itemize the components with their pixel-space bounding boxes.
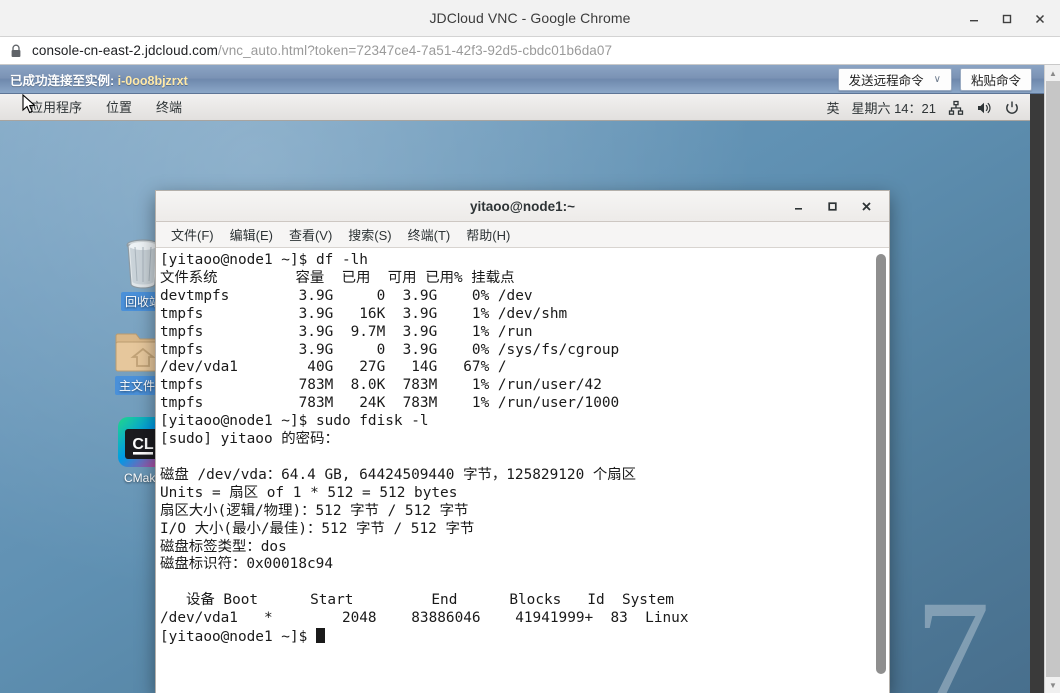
- terminal-line: tmpfs 3.9G 16K 3.9G 1% /dev/shm: [160, 305, 568, 322]
- panel-clock[interactable]: 星期六 14：21: [851, 98, 936, 117]
- terminal-menu-file[interactable]: 文件(F): [164, 223, 221, 246]
- terminal-line: [sudo] yitaoo 的密码：: [160, 431, 339, 448]
- mouse-cursor-icon: [22, 94, 38, 121]
- panel-status-area: 英 星期六 14：21: [826, 94, 1030, 121]
- terminal-prompt-line[interactable]: [yitaoo@node1 ~]$: [160, 628, 872, 647]
- terminal-window[interactable]: yitaoo@node1:~ 文件(F) 编辑(E) 查看(V) 搜索(S) 终…: [155, 190, 890, 693]
- input-method-indicator[interactable]: 英: [826, 98, 839, 117]
- volume-icon[interactable]: [976, 100, 992, 116]
- vnc-remote-desktop[interactable]: 7 应用程序 位置 终端 英 星期六 14：21 回收站 主文件夹 CL CMa…: [0, 94, 1030, 693]
- terminal-window-title: yitaoo@node1:~: [469, 198, 576, 214]
- desktop-right-edge: [1030, 94, 1044, 693]
- terminal-line: 磁盘标签类型：dos: [160, 538, 287, 555]
- terminal-line: tmpfs 3.9G 9.7M 3.9G 1% /run: [160, 323, 533, 340]
- terminal-line: 磁盘标识符：0x00018c94: [160, 556, 333, 573]
- terminal-menu-help[interactable]: 帮助(H): [459, 223, 517, 246]
- terminal-maximize-button[interactable]: [815, 194, 849, 220]
- browser-address-bar[interactable]: console-cn-east-2.jdcloud.com/vnc_auto.h…: [0, 37, 1060, 65]
- panel-applications-menu[interactable]: 应用程序: [0, 94, 94, 121]
- terminal-close-button[interactable]: [849, 194, 883, 220]
- terminal-line: [yitaoo@node1 ~]$ sudo fdisk -l: [160, 413, 429, 430]
- terminal-line: 设备 Boot Start End Blocks Id System: [160, 592, 674, 609]
- lock-icon: [10, 44, 22, 58]
- desktop-watermark: 7: [915, 570, 990, 693]
- send-remote-command-button[interactable]: 发送远程命令 ∨: [837, 68, 952, 91]
- terminal-menu-terminal[interactable]: 终端(T): [401, 223, 458, 246]
- terminal-menu-view[interactable]: 查看(V): [282, 223, 339, 246]
- terminal-line: tmpfs 783M 24K 783M 1% /run/user/1000: [160, 395, 620, 412]
- browser-window-controls: [957, 0, 1056, 37]
- send-remote-command-label: 发送远程命令: [848, 74, 924, 88]
- browser-minimize-button[interactable]: [957, 4, 990, 34]
- chevron-down-icon[interactable]: ∨: [934, 74, 941, 85]
- vnc-connection-status: 已成功连接至实例: i-0oo8bjzrxt: [10, 70, 188, 89]
- terminal-body[interactable]: [yitaoo@node1 ~]$ df -lh 文件系统 容量 已用 可用 已用…: [156, 248, 889, 693]
- terminal-scrollbar-thumb[interactable]: [876, 254, 886, 674]
- terminal-line: 磁盘 /dev/vda：64.4 GB, 64424509440 字节，1258…: [160, 466, 637, 483]
- terminal-menu-edit[interactable]: 编辑(E): [223, 223, 280, 246]
- browser-close-button[interactable]: [1023, 4, 1056, 34]
- terminal-line: I/O 大小(最小/最佳)：512 字节 / 512 字节: [160, 520, 475, 537]
- vnc-instance-id: i-0oo8bjzrxt: [117, 73, 188, 88]
- screenshot-root: JDCloud VNC - Google Chrome console-cn-e…: [0, 0, 1060, 693]
- terminal-line: 文件系统 容量 已用 可用 已用% 挂载点: [160, 269, 515, 286]
- terminal-line: devtmpfs 3.9G 0 3.9G 0% /dev: [160, 287, 533, 304]
- terminal-scrollbar[interactable]: [872, 248, 889, 693]
- panel-places-menu[interactable]: 位置: [94, 94, 144, 121]
- terminal-prompt: [yitaoo@node1 ~]$: [160, 629, 316, 646]
- terminal-titlebar: yitaoo@node1:~: [156, 191, 889, 222]
- power-icon[interactable]: [1004, 100, 1020, 116]
- terminal-menu-search[interactable]: 搜索(S): [341, 223, 398, 246]
- terminal-minimize-button[interactable]: [781, 194, 815, 220]
- vnc-toolbar: 已成功连接至实例: i-0oo8bjzrxt 发送远程命令 ∨ 粘贴命令: [0, 65, 1044, 94]
- svg-text:CL: CL: [132, 436, 154, 453]
- page-scrollbar[interactable]: ▲ ▼: [1044, 65, 1060, 693]
- browser-maximize-button[interactable]: [990, 4, 1023, 34]
- network-icon[interactable]: [948, 100, 964, 116]
- terminal-window-controls: [781, 191, 883, 222]
- terminal-line: [yitaoo@node1 ~]$ df -lh: [160, 252, 368, 268]
- terminal-line: /dev/vda1 40G 27G 14G 67% /: [160, 359, 507, 376]
- terminal-line: tmpfs 783M 8.0K 783M 1% /run/user/42: [160, 377, 602, 394]
- vnc-status-prefix: 已成功连接至实例:: [10, 73, 118, 88]
- url-path: /vnc_auto.html?token=72347ce4-7a51-42f3-…: [218, 43, 613, 58]
- terminal-line: 扇区大小(逻辑/物理)：512 字节 / 512 字节: [160, 502, 469, 519]
- vnc-toolbar-buttons: 发送远程命令 ∨ 粘贴命令: [837, 68, 1032, 91]
- address-bar-text: console-cn-east-2.jdcloud.com/vnc_auto.h…: [32, 43, 612, 58]
- browser-window-title: JDCloud VNC - Google Chrome: [429, 10, 631, 26]
- terminal-cursor: [315, 628, 325, 644]
- terminal-menubar: 文件(F) 编辑(E) 查看(V) 搜索(S) 终端(T) 帮助(H): [156, 222, 889, 248]
- terminal-line: /dev/vda1 * 2048 83886046 41941999+ 83 L…: [160, 610, 689, 627]
- scroll-down-arrow-icon[interactable]: ▼: [1045, 677, 1060, 693]
- terminal-output[interactable]: [yitaoo@node1 ~]$ df -lh 文件系统 容量 已用 可用 已用…: [156, 248, 872, 693]
- gnome-top-panel: 应用程序 位置 终端 英 星期六 14：21: [0, 94, 1030, 121]
- terminal-line: Units = 扇区 of 1 * 512 = 512 bytes: [160, 484, 458, 501]
- browser-titlebar: JDCloud VNC - Google Chrome: [0, 0, 1060, 37]
- terminal-line: tmpfs 3.9G 0 3.9G 0% /sys/fs/cgroup: [160, 341, 620, 358]
- panel-terminal-menu[interactable]: 终端: [144, 94, 194, 121]
- url-host: console-cn-east-2.jdcloud.com: [32, 43, 218, 58]
- scroll-up-arrow-icon[interactable]: ▲: [1045, 65, 1060, 81]
- paste-command-button[interactable]: 粘贴命令: [959, 68, 1032, 91]
- paste-command-label: 粘贴命令: [970, 74, 1021, 88]
- page-scrollbar-thumb[interactable]: [1046, 81, 1060, 677]
